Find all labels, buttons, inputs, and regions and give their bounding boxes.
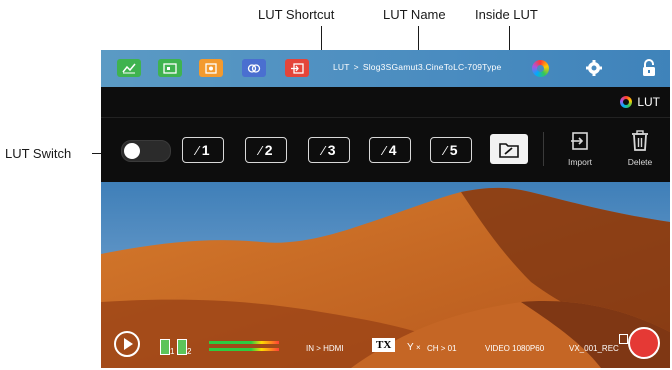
import-icon (571, 132, 588, 150)
record-button[interactable] (628, 327, 660, 359)
waveform-icon (122, 63, 136, 73)
magic-wand-icon: ⁄ (259, 142, 262, 158)
lut-name: Slog3SGamut3.CineToLC-709Type (362, 62, 502, 72)
input-icon (291, 62, 304, 74)
delete-button[interactable]: Delete (620, 130, 660, 172)
shortcut-number: 1 (201, 142, 210, 158)
import-label: Import (567, 157, 593, 167)
breadcrumb-root: LUT (333, 62, 350, 72)
shortcut-number: 3 (327, 142, 336, 158)
audio-meter (209, 348, 279, 351)
antenna-icon: Y (407, 342, 414, 353)
breadcrumb-separator: > (353, 62, 359, 72)
monitor-button[interactable] (158, 59, 182, 77)
lut-title: LUT (620, 95, 660, 109)
breadcrumb: LUT > Slog3SGamut3.CineToLC-709Type (333, 62, 501, 72)
monitor-icon (163, 62, 177, 74)
folder-wand-icon (499, 143, 519, 158)
lut-toolbar: ⁄ 1 ⁄ 2 ⁄ 3 ⁄ 4 ⁄ 5 Import Delete (101, 117, 670, 183)
battery-1-label: 1 (170, 347, 175, 356)
delete-label: Delete (627, 157, 653, 167)
lut-switch-toggle[interactable] (121, 140, 171, 162)
top-bar: LUT > Slog3SGamut3.CineToLC-709Type (101, 50, 670, 87)
focus-icon (205, 62, 217, 74)
color-wheel-icon[interactable] (532, 60, 549, 77)
color-icon (247, 63, 261, 73)
lut-shortcut-5[interactable]: ⁄ 5 (430, 137, 472, 163)
shortcut-number: 4 (388, 142, 397, 158)
video-format: VIDEO 1080P60 (485, 344, 545, 353)
input-button[interactable] (285, 59, 309, 77)
lock-icon[interactable] (642, 59, 656, 82)
input-source: IN > HDMI (306, 344, 344, 353)
battery-2-label: 2 (187, 347, 192, 356)
trash-icon (632, 130, 648, 151)
sd-card-icon (619, 334, 628, 344)
play-button[interactable] (114, 331, 140, 357)
shortcut-number: 2 (264, 142, 273, 158)
lut-title-label: LUT (637, 95, 660, 109)
lut-shortcut-1[interactable]: ⁄ 1 (182, 137, 224, 163)
callout-inside-lut: Inside LUT (475, 7, 538, 22)
file-name: VX_001_REC (569, 344, 619, 353)
callout-lut-name: LUT Name (383, 7, 446, 22)
magic-wand-icon: ⁄ (322, 142, 325, 158)
shortcut-number: 5 (449, 142, 458, 158)
color-button[interactable] (242, 59, 266, 77)
toggle-knob (124, 143, 140, 159)
waveform-button[interactable] (117, 59, 141, 77)
magic-wand-icon: ⁄ (383, 142, 386, 158)
lut-shortcut-4[interactable]: ⁄ 4 (369, 137, 411, 163)
toolbar-divider (543, 132, 544, 166)
import-button[interactable]: Import (560, 130, 600, 172)
callout-lut-shortcut: LUT Shortcut (258, 7, 335, 22)
battery-icon (177, 339, 187, 355)
audio-meter (209, 341, 279, 344)
callout-lut-switch: LUT Switch (5, 146, 72, 161)
tx-badge: TX (372, 338, 396, 352)
battery-icon (160, 339, 170, 355)
inside-lut-button[interactable] (490, 134, 528, 164)
device-screen: LUT > Slog3SGamut3.CineToLC-709Type LUT ⁄ 1… (101, 50, 670, 368)
settings-gear-icon[interactable] (585, 59, 603, 82)
lut-ring-icon (620, 96, 633, 108)
lut-shortcut-2[interactable]: ⁄ 2 (245, 137, 287, 163)
focus-button[interactable] (199, 59, 223, 77)
magic-wand-icon: ⁄ (196, 142, 199, 158)
bottom-status-bar: 1 2 IN > HDMI TX Y × CH > 01 VIDEO 1080P… (101, 327, 670, 368)
lut-shortcut-3[interactable]: ⁄ 3 (308, 137, 350, 163)
lut-title-row: LUT (101, 87, 670, 117)
channel-label: CH > 01 (427, 344, 457, 353)
disconnected-icon: × (416, 343, 421, 352)
magic-wand-icon: ⁄ (444, 142, 447, 158)
